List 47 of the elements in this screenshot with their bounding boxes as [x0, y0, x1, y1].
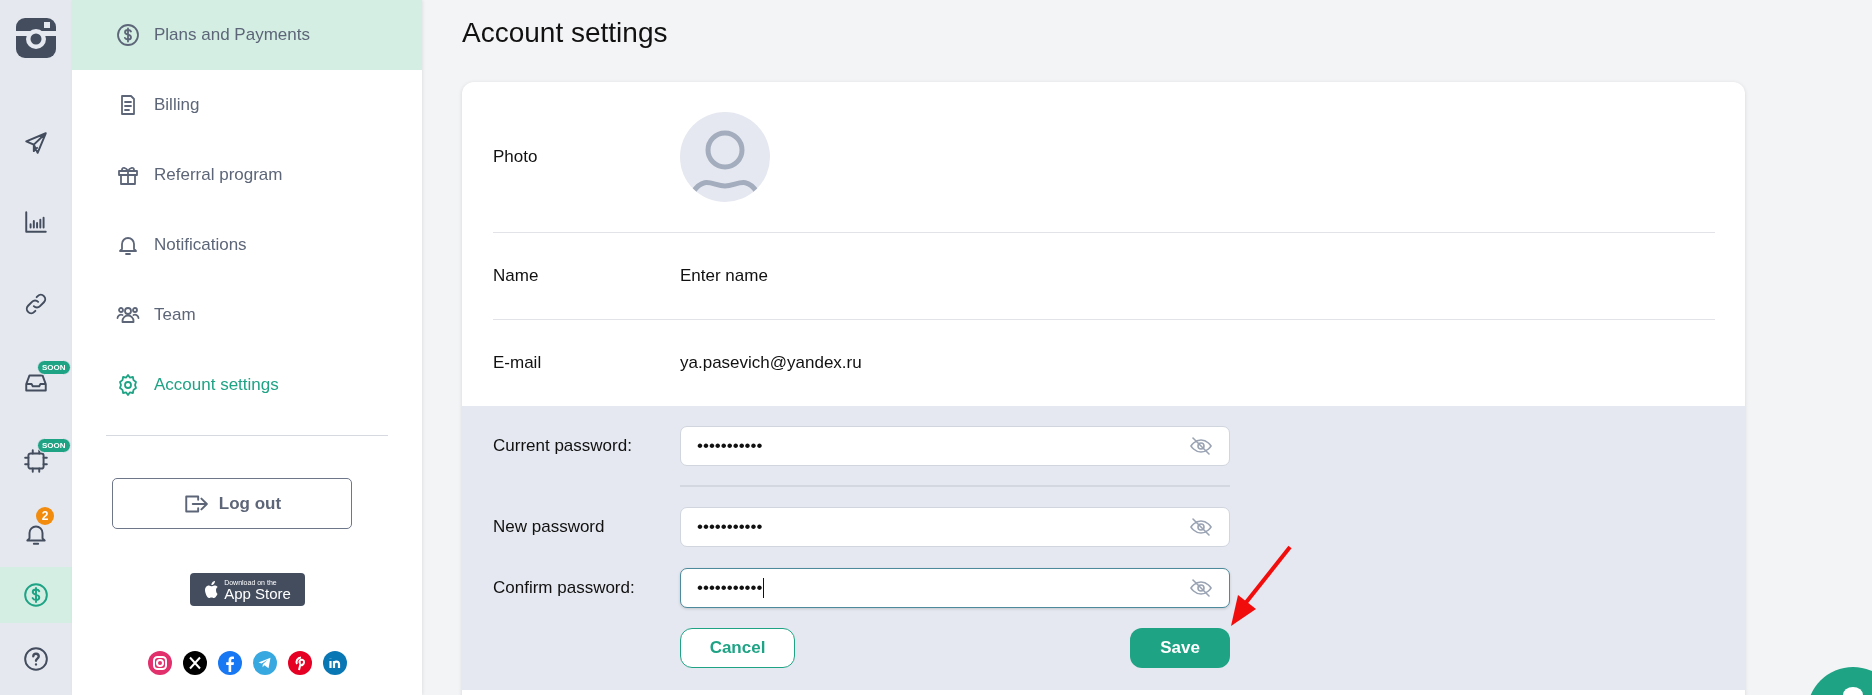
count-badge: 2: [36, 507, 54, 525]
name-label: Name: [493, 266, 540, 286]
eye-off-icon[interactable]: [1189, 515, 1213, 539]
pinterest-icon[interactable]: [287, 651, 312, 675]
logout-button[interactable]: Log out: [112, 478, 352, 529]
soon-badge: SOON: [37, 360, 71, 375]
chip-icon: [23, 448, 49, 474]
menu-item[interactable]: Account settings: [72, 350, 422, 420]
link-icon: [23, 291, 49, 317]
linkedin-icon[interactable]: [322, 651, 347, 675]
soon-badge: SOON: [37, 438, 71, 453]
email-value: ya.pasevich@yandex.ru: [680, 353, 862, 373]
field-label: Current password:: [493, 436, 633, 456]
paper-plane-icon[interactable]: [252, 651, 277, 675]
instagram-icon[interactable]: [147, 651, 172, 675]
bar-chart-icon: [23, 209, 49, 235]
eye-off-icon[interactable]: [1189, 434, 1213, 458]
menu-item[interactable]: Referral program: [72, 140, 422, 210]
dollar-icon: [116, 23, 140, 47]
send-icon: [23, 130, 49, 156]
menu-item[interactable]: Plans and Payments: [72, 0, 422, 70]
photo-label: Photo: [493, 147, 539, 167]
rail-item[interactable]: SOON: [0, 421, 72, 501]
cancel-button[interactable]: Cancel: [680, 628, 795, 668]
field-label: New password: [493, 517, 606, 537]
password-field[interactable]: •••••••••••: [680, 568, 1230, 608]
facebook-icon[interactable]: [217, 651, 242, 675]
eye-off-icon[interactable]: [1189, 576, 1213, 600]
rail-item[interactable]: [0, 567, 72, 623]
save-button[interactable]: Save: [1130, 628, 1230, 668]
x-logo-icon[interactable]: [182, 651, 207, 675]
password-field[interactable]: •••••••••••: [680, 507, 1230, 547]
field-label: Confirm password:: [493, 578, 636, 598]
avatar-icon[interactable]: [680, 112, 770, 202]
menu-item[interactable]: Billing: [72, 70, 422, 140]
email-label: E-mail: [493, 353, 543, 373]
menu-item[interactable]: Notifications: [72, 210, 422, 280]
apple-icon: [203, 580, 220, 599]
logo-icon[interactable]: [16, 18, 56, 58]
dollar-icon: [23, 582, 49, 608]
menu-item[interactable]: Team: [72, 280, 422, 350]
name-field[interactable]: Enter name: [680, 266, 768, 286]
gear-icon: [116, 373, 140, 397]
rail-item[interactable]: SOON: [0, 345, 72, 421]
password-field[interactable]: •••••••••••: [680, 426, 1230, 466]
page-title: Account settings: [462, 16, 669, 50]
help-icon: [23, 646, 49, 672]
